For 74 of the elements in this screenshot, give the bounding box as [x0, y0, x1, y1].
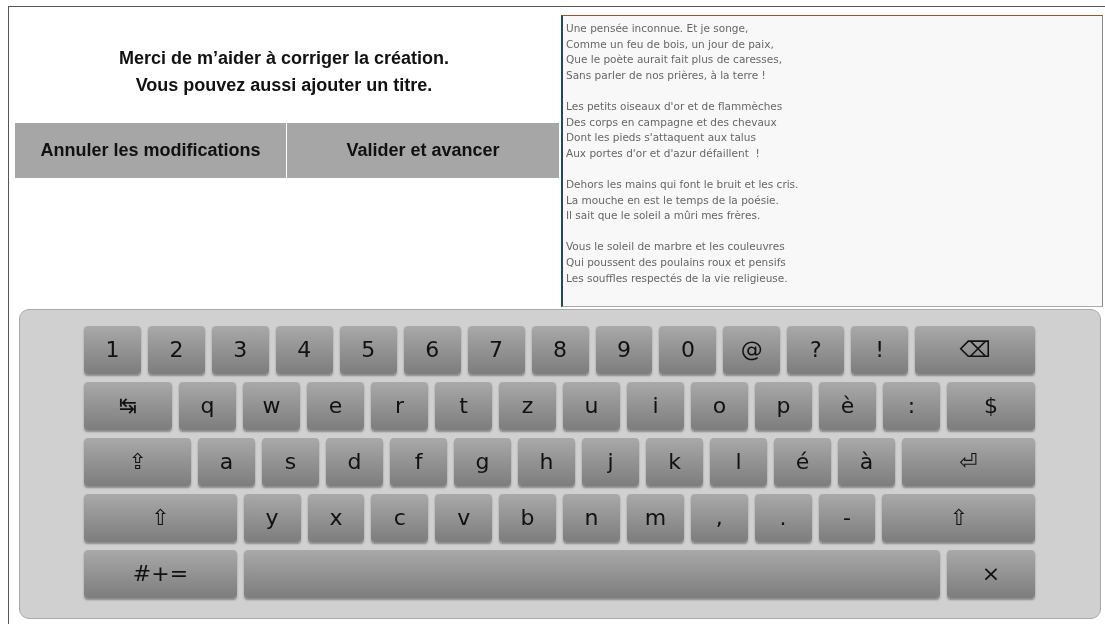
- keyboard-key[interactable]: :: [883, 382, 940, 430]
- keyboard-key[interactable]: 5: [339, 326, 397, 374]
- keyboard-key[interactable]: z: [499, 382, 556, 430]
- keyboard-key[interactable]: ⇧: [84, 494, 237, 542]
- keyboard-key[interactable]: ,: [690, 494, 748, 542]
- keyboard-key[interactable]: v: [435, 494, 493, 542]
- poem-line: Sans parler de nos prières, à la terre !: [566, 67, 766, 83]
- poem-line: Une pensée inconnue. Et je songe,: [566, 21, 749, 36]
- keyboard-key[interactable]: ↹: [84, 382, 172, 430]
- keyboard-key[interactable]: 2: [147, 326, 205, 374]
- poem-line: Il sait que le soleil a mûri mes frères.: [566, 208, 761, 224]
- keyboard-key[interactable]: b: [499, 494, 557, 542]
- keyboard-key[interactable]: #+=: [84, 550, 237, 598]
- keyboard-key[interactable]: w: [243, 382, 300, 430]
- keyboard-key[interactable]: @: [723, 326, 781, 374]
- keyboard-key[interactable]: y: [243, 494, 301, 542]
- keyboard-key[interactable]: ?: [787, 326, 845, 374]
- keyboard-key[interactable]: u: [563, 382, 620, 430]
- keyboard-key[interactable]: r: [371, 382, 428, 430]
- keyboard-key[interactable]: p: [755, 382, 812, 430]
- instruction-text: Merci de m’aider à corriger la création.: [118, 47, 450, 70]
- keyboard-key[interactable]: 7: [467, 326, 525, 374]
- keyboard-key[interactable]: è: [819, 382, 876, 430]
- keyboard-key[interactable]: x: [307, 494, 365, 542]
- keyboard-key[interactable]: h: [518, 438, 575, 486]
- poem-editor[interactable]: [561, 15, 1103, 307]
- poem-line: Dont les pieds s'attaquent aux talus: [566, 130, 756, 146]
- keyboard-key[interactable]: o: [691, 382, 748, 430]
- keyboard-key[interactable]: 1: [84, 326, 141, 374]
- keyboard-key[interactable]: c: [371, 494, 429, 542]
- action-button[interactable]: Annuler les modifications: [15, 123, 286, 178]
- poem-line: Des corps en campagne et des chevaux: [566, 114, 777, 130]
- action-button[interactable]: Valider et avancer: [287, 123, 559, 178]
- keyboard-key[interactable]: n: [563, 494, 620, 542]
- keyboard-key[interactable]: a: [198, 438, 255, 486]
- keyboard-key[interactable]: ⏎: [902, 438, 1035, 486]
- keyboard-key[interactable]: ⇪: [84, 438, 191, 486]
- keyboard-key[interactable]: g: [454, 438, 511, 486]
- keyboard-key[interactable]: t: [435, 382, 492, 430]
- poem-line: Comme un feu de bois, un jour de paix,: [566, 36, 774, 52]
- keyboard-key[interactable]: e: [307, 382, 364, 430]
- keyboard-key[interactable]: f: [390, 438, 447, 486]
- keyboard-key[interactable]: m: [626, 494, 684, 542]
- keyboard-key[interactable]: 3: [211, 326, 269, 374]
- keyboard-key[interactable]: $: [947, 382, 1035, 430]
- keyboard-key[interactable]: ⇧: [882, 494, 1036, 542]
- keyboard-key[interactable]: d: [326, 438, 383, 486]
- poem-line: Les souffles respectés de la vie religieuse.: [566, 270, 788, 286]
- poem-line: Aux portes d'or et d'azur défaillent !: [566, 145, 760, 161]
- keyboard-key[interactable]: 6: [403, 326, 461, 374]
- poem-line: Les petits oiseaux d'or et de flammèches: [566, 98, 783, 114]
- keyboard-key[interactable]: i: [627, 382, 684, 430]
- poem-line: Dehors les mains qui font le bruit et les cris.: [566, 176, 799, 192]
- keyboard-key[interactable]: 9: [595, 326, 653, 374]
- keyboard-key[interactable]: é: [774, 438, 831, 486]
- poem-line: La mouche en est le temps de la poésie.: [566, 192, 779, 208]
- keyboard-key[interactable]: l: [710, 438, 767, 486]
- keyboard-key[interactable]: 0: [659, 326, 717, 374]
- poem-line: Que le poète aurait fait plus de caresses,: [566, 52, 783, 68]
- poem-line: Qui poussent des poulains roux et pensifs: [566, 254, 786, 270]
- keyboard-key[interactable]: !: [851, 326, 909, 374]
- keyboard-key[interactable]: ⌫: [915, 326, 1036, 374]
- instruction-text: Vous pouvez aussi ajouter un titre.: [135, 74, 433, 97]
- keyboard-key[interactable]: à: [838, 438, 895, 486]
- poem-line: Vous le soleil de marbre et les couleuvres: [566, 239, 785, 255]
- keyboard-key[interactable]: -: [818, 494, 876, 542]
- keyboard-key[interactable]: .: [754, 494, 812, 542]
- keyboard-key[interactable]: k: [646, 438, 703, 486]
- keyboard-key[interactable]: s: [262, 438, 319, 486]
- keyboard-key[interactable]: q: [179, 382, 236, 430]
- keyboard-key[interactable]: 8: [531, 326, 589, 374]
- keyboard-key[interactable]: j: [582, 438, 639, 486]
- keyboard-key[interactable]: ×: [947, 550, 1035, 598]
- keyboard-key[interactable]: 4: [275, 326, 333, 374]
